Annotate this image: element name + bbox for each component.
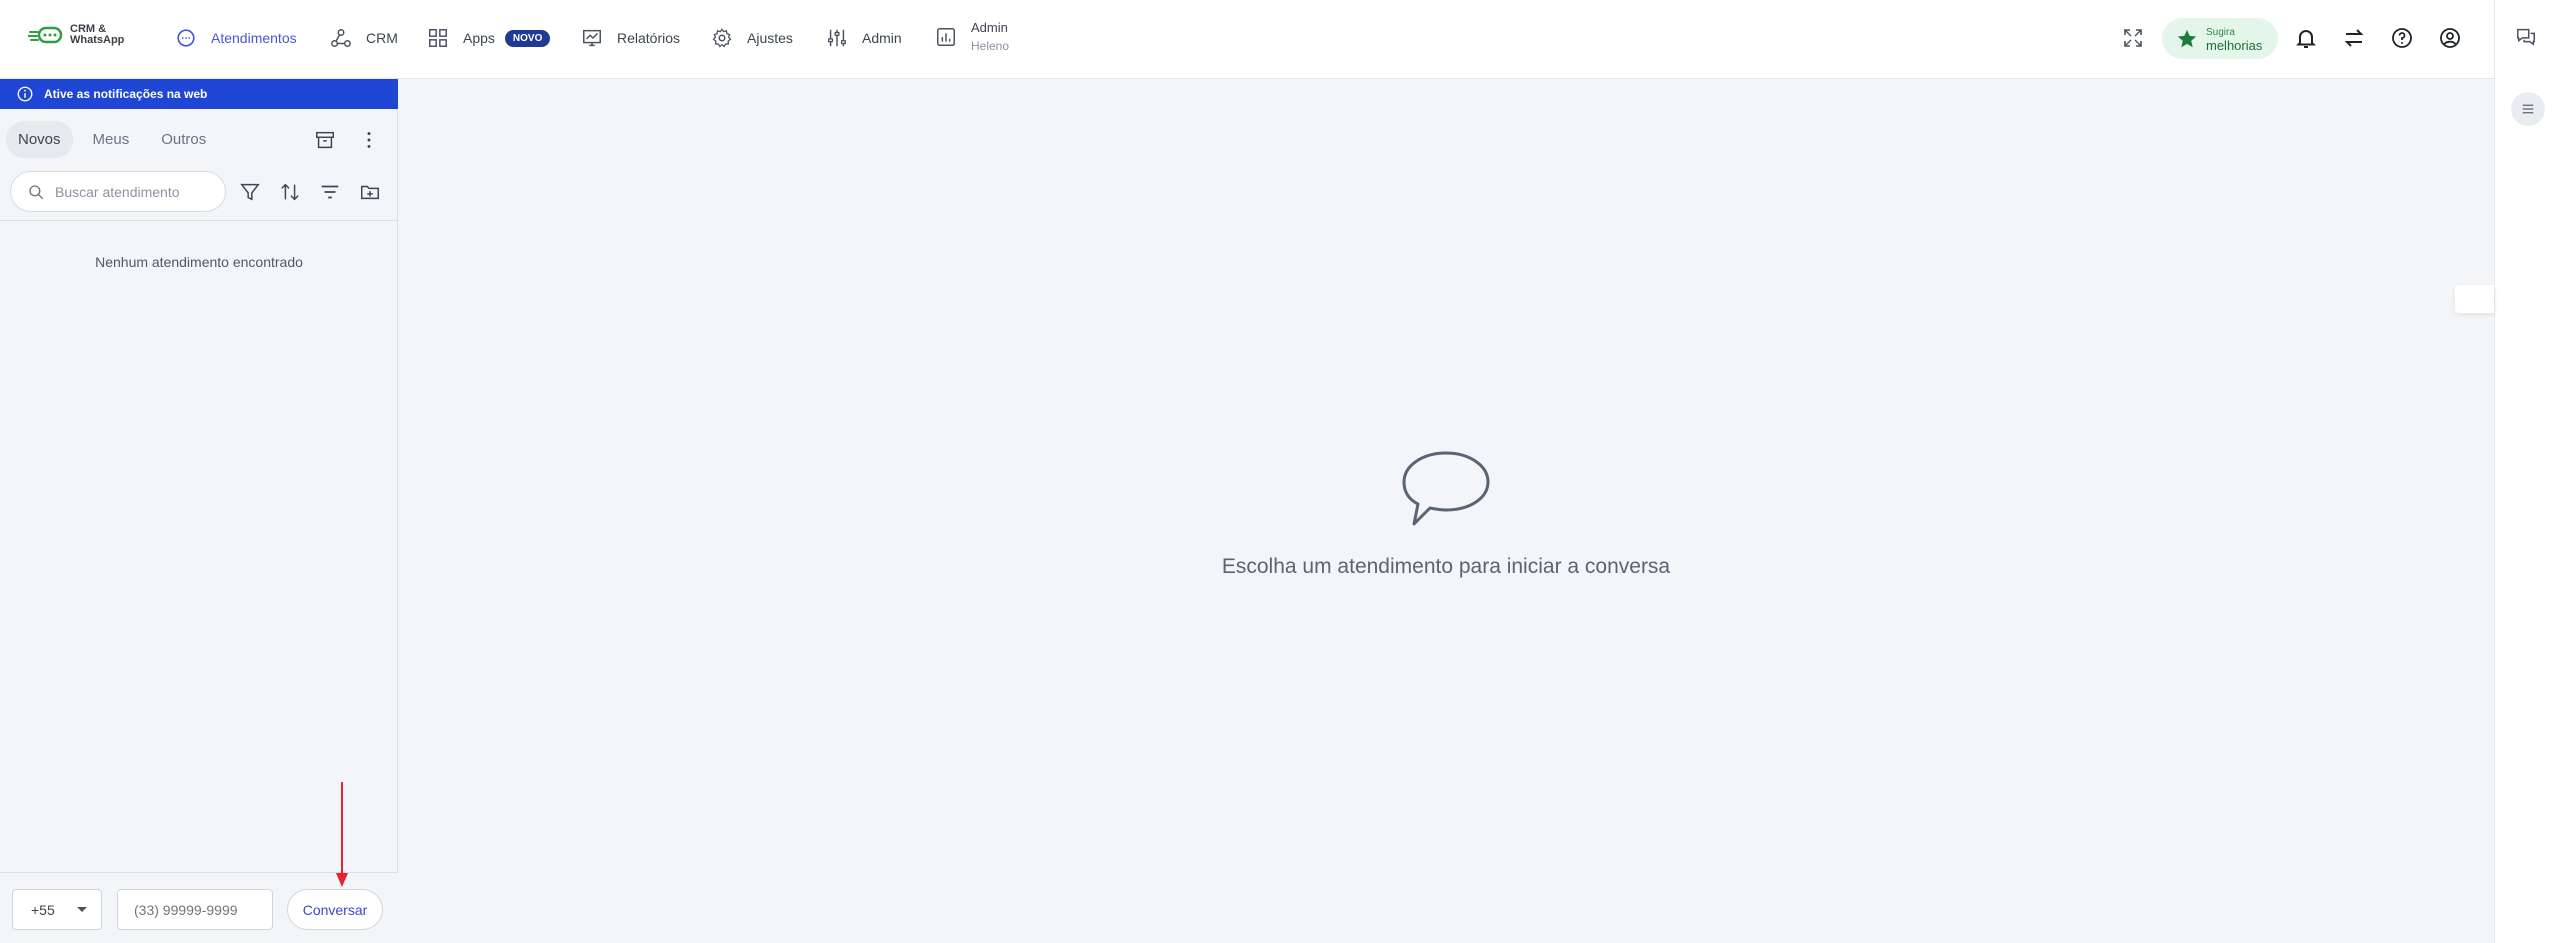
- sliders-icon: [828, 29, 846, 47]
- nav-relatorios[interactable]: Relatórios: [581, 26, 680, 50]
- nav-label: Relatórios: [617, 30, 681, 46]
- user-menu[interactable]: Admin Heleno: [935, 19, 1009, 55]
- top-bar: CRM & WhatsApp Atendimentos CRM Apps NOV…: [0, 0, 2494, 79]
- empty-state-message: Escolha um atendimento para iniciar a co…: [1221, 555, 1671, 578]
- app-logo[interactable]: CRM & WhatsApp: [28, 24, 124, 46]
- swap-arrows-icon[interactable]: [2341, 25, 2367, 51]
- nav-apps[interactable]: Apps NOVO: [427, 26, 551, 50]
- whatsapp-logo-icon: [28, 26, 63, 44]
- nav-atendimentos[interactable]: Atendimentos: [175, 26, 297, 50]
- chat-bubble-icon: [177, 29, 195, 47]
- list-menu-icon[interactable]: [2511, 92, 2545, 126]
- user-sub: Heleno: [971, 39, 1010, 53]
- crm-nodes-icon: [331, 29, 351, 47]
- search-icon: [29, 184, 44, 199]
- country-code-value: +55: [31, 901, 55, 918]
- info-icon: [17, 86, 33, 102]
- notification-banner[interactable]: Ative as notificações na web: [0, 79, 398, 109]
- annotation-arrow-head: [336, 873, 348, 887]
- annotation-arrow-line: [341, 782, 343, 879]
- tab-meus[interactable]: Meus: [81, 121, 142, 158]
- tab-novos[interactable]: Novos: [6, 121, 73, 158]
- suggest-improvements-button[interactable]: Sugira melhorias: [2162, 18, 2278, 59]
- new-badge: NOVO: [504, 29, 551, 47]
- nav-label: Admin: [862, 30, 902, 46]
- nav-crm[interactable]: CRM: [330, 26, 398, 50]
- chevron-down-icon: [77, 907, 87, 912]
- empty-list-message: Nenhum atendimento encontrado: [95, 254, 303, 270]
- sort-lines-icon[interactable]: [317, 179, 343, 205]
- chats-icon[interactable]: [2515, 26, 2537, 53]
- conversation-tabs: Novos Meus Outros: [6, 121, 218, 158]
- conversation-list-panel: Ative as notificações na web Novos Meus …: [0, 79, 398, 943]
- nav-label: CRM: [366, 30, 398, 46]
- user-circle-icon[interactable]: [2437, 25, 2463, 51]
- tab-outros[interactable]: Outros: [149, 121, 218, 158]
- nav-label: Atendimentos: [211, 30, 297, 46]
- archive-icon[interactable]: [312, 127, 338, 153]
- nav-label: Ajustes: [747, 30, 793, 46]
- search-box: [10, 171, 226, 212]
- nav-label: Apps: [463, 30, 495, 46]
- side-drawer-handle[interactable]: [2455, 285, 2494, 313]
- search-input[interactable]: [55, 183, 215, 200]
- logo-line2: WhatsApp: [70, 34, 125, 46]
- sort-icon[interactable]: [277, 179, 303, 205]
- more-options-icon[interactable]: [356, 127, 382, 153]
- start-conversation-button[interactable]: Conversar: [287, 889, 383, 930]
- nav-ajustes[interactable]: Ajustes: [711, 26, 793, 50]
- divider: [0, 220, 398, 221]
- suggest-line2: melhorias: [2206, 37, 2263, 53]
- phone-input[interactable]: [117, 889, 273, 930]
- folder-add-icon[interactable]: [357, 179, 383, 205]
- gear-icon: [712, 28, 732, 48]
- speech-bubble-icon: [1402, 451, 1490, 526]
- nav-admin[interactable]: Admin: [826, 26, 902, 50]
- right-rail: [2494, 0, 2557, 943]
- bell-icon[interactable]: [2293, 25, 2319, 51]
- star-icon: [2177, 29, 2197, 47]
- user-name: Admin: [971, 20, 1008, 35]
- country-code-select[interactable]: +55: [12, 889, 102, 930]
- notification-text: Ative as notificações na web: [44, 87, 208, 101]
- report-chart-icon: [583, 29, 601, 47]
- suggest-line1: Sugira: [2206, 26, 2235, 38]
- bar-chart-icon: [937, 28, 955, 46]
- apps-grid-icon: [429, 29, 447, 47]
- fullscreen-icon[interactable]: [2120, 25, 2146, 51]
- help-icon[interactable]: [2389, 25, 2415, 51]
- filter-icon[interactable]: [237, 179, 263, 205]
